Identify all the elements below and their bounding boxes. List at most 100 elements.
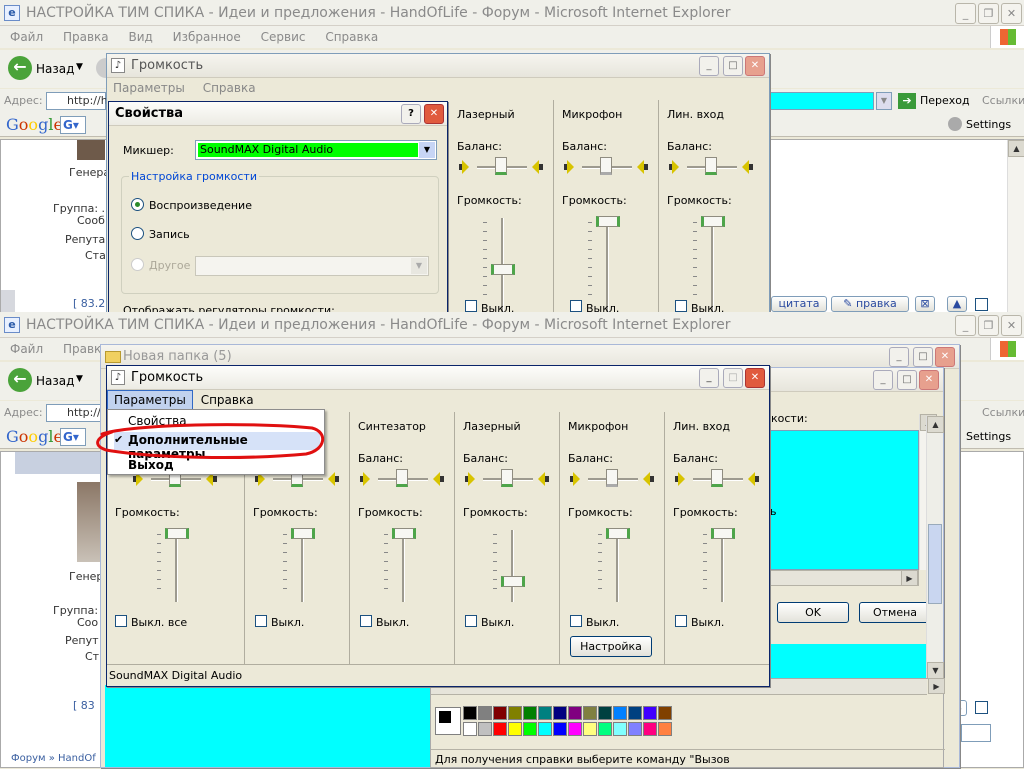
mute-checkbox[interactable] <box>675 300 687 312</box>
menu-favorites[interactable]: Избранное <box>173 30 241 44</box>
chevron-down-icon[interactable]: ▼ <box>411 258 427 274</box>
settings-label[interactable]: Settings <box>966 118 1011 131</box>
menu-parameters[interactable]: Параметры <box>107 390 193 410</box>
scroll-top-icon[interactable]: ▲ <box>947 296 967 312</box>
maximize-button[interactable]: ❐ <box>978 315 999 336</box>
edit-button[interactable]: ✎ правка <box>831 296 909 312</box>
horizontal-scrollbar[interactable]: ▶ <box>769 570 919 586</box>
close-button[interactable]: ✕ <box>745 56 765 76</box>
right-dialog-textarea[interactable]: ь <box>769 430 919 570</box>
maximize-button[interactable]: □ <box>913 347 933 367</box>
links-label[interactable]: Ссылки <box>982 401 1024 425</box>
maximize-button[interactable]: ❐ <box>978 3 999 24</box>
page-vertical-scrollbar[interactable]: ▲ ▼ <box>926 416 944 680</box>
scroll-down-icon[interactable]: ▼ <box>927 662 944 679</box>
color-palette[interactable] <box>463 706 703 738</box>
volume-slider[interactable] <box>701 216 725 227</box>
maximize-button[interactable]: □ <box>723 368 743 388</box>
minimize-button[interactable]: _ <box>699 368 719 388</box>
chevron-down-icon[interactable]: ▼ <box>76 62 83 72</box>
back-arrow-icon[interactable]: ← <box>8 56 32 80</box>
mute-checkbox[interactable] <box>465 300 477 312</box>
menu-tools[interactable]: Сервис <box>261 30 306 44</box>
mute-checkbox[interactable] <box>675 615 687 627</box>
go-arrow-icon[interactable]: ➔ <box>898 93 916 109</box>
minimize-button[interactable]: _ <box>889 347 909 367</box>
balance-slider[interactable] <box>396 469 408 487</box>
minimize-button[interactable]: _ <box>955 315 976 336</box>
vertical-scrollbar[interactable]: ▲ <box>1007 140 1024 316</box>
scroll-up-icon[interactable]: ▲ <box>1008 140 1024 157</box>
menu-view[interactable]: Вид <box>128 30 152 44</box>
go-button-label[interactable]: Переход <box>920 89 970 113</box>
close-button[interactable]: ✕ <box>1001 3 1022 24</box>
menu-help[interactable]: Справка <box>201 393 254 407</box>
address-dropdown-icon[interactable]: ▼ <box>876 92 892 110</box>
close-button[interactable]: ✕ <box>424 104 444 124</box>
chevron-down-icon[interactable]: ▼ <box>419 142 435 158</box>
mute-checkbox[interactable] <box>465 615 477 627</box>
radio-other[interactable] <box>131 258 144 271</box>
minimize-button[interactable]: _ <box>873 370 893 390</box>
volume-slider[interactable] <box>711 528 735 539</box>
post-ip-link[interactable]: [ 83 <box>73 699 95 712</box>
volume-slider[interactable] <box>165 528 189 539</box>
radio-record[interactable] <box>131 227 144 240</box>
scroll-right-icon[interactable]: ▶ <box>901 570 918 586</box>
balance-slider[interactable] <box>495 157 507 175</box>
mute-checkbox[interactable] <box>570 300 582 312</box>
ok-button[interactable]: OK <box>777 602 849 623</box>
close-button[interactable]: ✕ <box>919 370 939 390</box>
scroll-up-icon[interactable]: ▲ <box>927 416 944 433</box>
close-button[interactable]: ✕ <box>1001 315 1022 336</box>
mute-checkbox[interactable] <box>255 615 267 627</box>
volume-slider[interactable] <box>606 528 630 539</box>
scroll-thumb[interactable] <box>928 524 942 604</box>
volume-slider[interactable] <box>491 264 515 275</box>
address-input-ext[interactable] <box>770 92 874 110</box>
scroll-right-icon[interactable]: ▶ <box>928 678 945 694</box>
balance-slider[interactable] <box>705 157 717 175</box>
google-search-dropdown[interactable]: G▾ <box>60 428 86 446</box>
menu-file[interactable]: Файл <box>10 342 43 356</box>
minimize-button[interactable]: _ <box>699 56 719 76</box>
google-search-dropdown[interactable]: G▾ <box>60 116 86 134</box>
maximize-button[interactable]: □ <box>723 56 743 76</box>
mute-all-checkbox[interactable] <box>115 615 127 627</box>
close-button[interactable]: ✕ <box>745 368 765 388</box>
select-post-checkbox[interactable] <box>975 701 988 714</box>
volume-slider[interactable] <box>291 528 315 539</box>
balance-slider[interactable] <box>711 469 723 487</box>
balance-slider[interactable] <box>606 469 618 487</box>
chevron-down-icon[interactable]: ▼ <box>76 374 83 384</box>
back-button-label[interactable]: Назад <box>36 374 74 388</box>
balance-slider[interactable] <box>501 469 513 487</box>
other-device-select[interactable]: ▼ <box>195 256 429 276</box>
advanced-button[interactable]: Настройка <box>570 636 652 657</box>
back-button-label[interactable]: Назад <box>36 62 74 76</box>
radio-playback[interactable] <box>131 198 144 211</box>
balance-slider[interactable] <box>600 157 612 175</box>
mute-checkbox[interactable] <box>360 615 372 627</box>
mixer-select[interactable]: SoundMAX Digital Audio ▼ <box>195 140 437 160</box>
select-post-checkbox[interactable] <box>975 298 988 311</box>
quote-button[interactable]: цитата <box>771 296 827 312</box>
post-ip-link[interactable]: [ 83.2 <box>73 297 105 310</box>
menu-help[interactable]: Справка <box>325 30 378 44</box>
menu-file[interactable]: Файл <box>10 30 43 44</box>
help-icon[interactable]: ? <box>401 104 421 124</box>
volume-slider[interactable] <box>501 576 525 587</box>
footer-breadcrumb[interactable]: Форум » HandOf <box>11 753 96 764</box>
minimize-button[interactable]: _ <box>955 3 976 24</box>
links-label[interactable]: Ссылки <box>982 89 1024 113</box>
cancel-button[interactable]: Отмена <box>859 602 931 623</box>
color-swatch-current[interactable] <box>435 707 461 735</box>
menu-help[interactable]: Справка <box>203 81 256 95</box>
mute-checkbox[interactable] <box>570 615 582 627</box>
address-input[interactable]: http://h <box>46 92 108 110</box>
settings-label[interactable]: Settings <box>966 430 1011 443</box>
volume-slider[interactable] <box>392 528 416 539</box>
back-arrow-icon[interactable]: ← <box>8 368 32 392</box>
menu-parameters[interactable]: Параметры <box>113 81 185 95</box>
delete-icon[interactable]: ⊠ <box>915 296 935 312</box>
